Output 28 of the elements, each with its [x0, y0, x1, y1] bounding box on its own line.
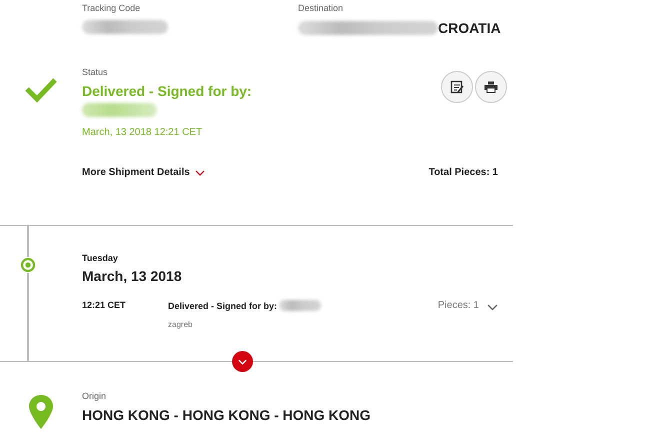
event-location: zagreb	[168, 320, 194, 329]
field-label: Tracking Code	[82, 3, 142, 13]
print-button[interactable]	[475, 71, 507, 103]
location-pin-icon	[28, 394, 54, 430]
field-label: Origin	[82, 391, 108, 401]
event-date: March, 13 2018	[82, 268, 183, 284]
destination-value: CROATIA	[438, 20, 501, 36]
event-weekday: Tuesday	[82, 253, 119, 263]
chevron-down-icon	[238, 358, 247, 364]
pieces-toggle[interactable]: Pieces: 1	[438, 300, 498, 329]
expand-button[interactable]	[232, 351, 253, 372]
status-date: March, 13 2018 12:21 CET	[82, 127, 204, 138]
print-icon	[484, 81, 498, 93]
checkmark-icon	[24, 76, 58, 104]
field-label: Status	[82, 67, 109, 77]
chevron-down-icon	[487, 304, 498, 311]
more-details-link[interactable]: More Shipment Details	[82, 167, 205, 178]
document-edit-button[interactable]	[441, 71, 473, 103]
origin-value: HONG KONG - HONG KONG - HONG KONG	[82, 407, 372, 423]
blurred-text	[279, 300, 322, 311]
event-time: 12:21 CET	[82, 300, 127, 312]
timeline-dot-icon	[20, 257, 36, 273]
total-pieces: Total Pieces: 1	[428, 167, 498, 178]
chevron-down-icon	[194, 170, 205, 176]
field-label: Destination	[298, 3, 344, 13]
document-edit-icon	[450, 80, 464, 94]
event-description: Delivered - Signed for by:	[168, 300, 278, 310]
status-headline: Delivered - Signed for by:	[82, 83, 252, 99]
